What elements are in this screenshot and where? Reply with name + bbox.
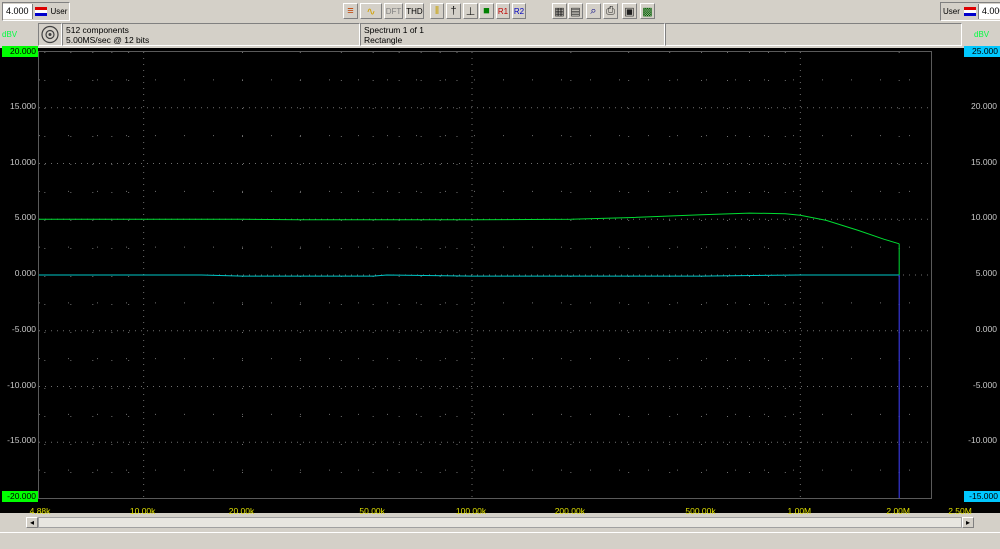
spectrum-info: Spectrum 1 of 1 Rectangle [360,23,665,46]
y-left-tick-label: -10.000 [7,379,36,390]
left-scale-value[interactable]: 4.000 [3,4,33,19]
y-right-tick-label: 0.000 [975,323,997,334]
y-left-tick-label: 20.000 [2,46,38,57]
filter-icon: ≡ [347,5,354,17]
toolbar-pause-bars-button[interactable]: ‖ [430,3,444,19]
capture-settings-button[interactable] [38,23,62,46]
spectrum-chart [39,52,931,498]
y-right-tick-label: 15.000 [971,156,997,167]
save-icon: ▣ [624,5,635,18]
print-icon: ⎙ [606,4,615,17]
left-user-label: User [50,7,68,16]
zoom-icon: ⌕ [590,4,597,17]
right-scale-value[interactable]: 4.000 [977,4,1000,19]
y-left-tick-label: 5.000 [14,212,36,223]
right-user-label: User [943,7,960,16]
marker-icon: † [450,5,457,17]
y-right-tick-label: 20.000 [971,100,997,111]
target-icon [41,25,59,44]
toolbar-r2-button[interactable]: R2 [512,3,526,19]
status-bar [0,532,1000,549]
toolbar-dft-button[interactable]: DFT [384,3,403,19]
right-scale-control[interactable]: User 4.000 [940,2,1000,21]
trace-channel-a [39,212,900,245]
toolbar-r1-button[interactable]: R1 [496,3,510,19]
x-tick-label: 100.00k [455,506,487,516]
y-right-tick-label: 5.000 [975,268,997,278]
info-empty [665,23,962,46]
x-tick-label: 200.00k [554,506,585,516]
y-right-tick-label: -15.000 [964,491,1000,502]
arrow-right-icon: ▸ [965,518,970,527]
y-left-tick-label: 0.000 [14,268,36,278]
x-tick-label: 10.00k [129,506,156,516]
sheets-icon: ▤ [570,5,581,18]
spectrum-plot[interactable] [38,51,932,499]
x-tick-label: 20.00k [228,506,255,516]
settings-grid-icon: ▦ [554,5,565,18]
y-left-tick-label: -15.000 [7,435,36,446]
y-left-tick-label: -20.000 [2,491,38,502]
capture-info: 512 components 5.00MS/sec @ 12 bits [62,23,360,46]
y-left-tick-label: -5.000 [11,323,36,334]
y-right-tick-label: -10.000 [968,435,997,446]
toolbar-marker-button[interactable]: † [446,3,461,19]
window-type: Rectangle [364,35,403,45]
x-tick-label: 2.50M [948,506,972,516]
trace-channel-b [39,274,900,277]
toolbar-measure-button[interactable]: ⊥ [463,3,478,19]
toolbar-thd-button[interactable]: THD [405,3,424,19]
y-right-tick-label: 25.000 [964,46,1000,57]
display-icon: ▩ [642,5,653,18]
waveform-icon: ∿ [366,5,376,18]
pause-bars-icon: ‖ [434,5,440,17]
x-tick-label: 1.00M [787,506,812,516]
toolbar-reference-plot-button[interactable]: ■ [479,3,494,19]
y-right-tick-label: -5.000 [972,379,997,390]
toolbar-sheets-button[interactable]: ▤ [568,3,583,19]
left-scale-control[interactable]: 4.000 User [2,2,71,21]
toolbar-zoom-button[interactable]: ⌕ [586,3,601,19]
x-tick-label: 4.88k [29,506,51,516]
reference-plot-icon: ■ [483,5,490,17]
toolbar-button-label: R1 [497,6,509,16]
sample-rate: 5.00MS/sec @ 12 bits [66,35,150,45]
horizontal-scrollbar[interactable] [38,517,962,528]
toolbar-save-button[interactable]: ▣ [622,3,637,19]
y-left-tick-label: 10.000 [10,156,36,167]
right-unit: dBV [974,30,990,39]
x-tick-label: 2.00M [886,506,910,516]
toolbar-settings-grid-button[interactable]: ▦ [552,3,567,19]
toolbar: 4.000 User User 4.000 ≡ ∿ DFT THD ‖ † ⊥ ■ R1 R2 ▦ ▤… [0,0,1000,23]
toolbar-button-label: R2 [513,6,525,16]
scroll-right-button[interactable]: ▸ [962,517,974,528]
arrow-left-icon: ◂ [29,518,34,527]
flag-icon [963,7,976,16]
toolbar-print-button[interactable]: ⎙ [603,3,618,19]
y-left-tick-label: 15.000 [10,100,36,111]
toolbar-waveform-button[interactable]: ∿ [360,3,382,19]
toolbar-display-button[interactable]: ▩ [640,3,655,19]
toolbar-button-label: DFT [385,6,402,16]
toolbar-filter-button[interactable]: ≡ [343,3,358,19]
scroll-left-button[interactable]: ◂ [26,517,38,528]
toolbar-button-label: THD [406,6,423,16]
x-tick-label: 500.00k [685,506,716,516]
x-tick-label: 50.00k [359,506,385,516]
left-unit: dBV [2,30,18,39]
y-right-tick-label: 10.000 [971,212,997,223]
measure-icon: ⊥ [465,5,476,18]
info-bar: 512 components 5.00MS/sec @ 12 bits Spec… [0,22,1000,49]
flag-icon [34,7,47,16]
